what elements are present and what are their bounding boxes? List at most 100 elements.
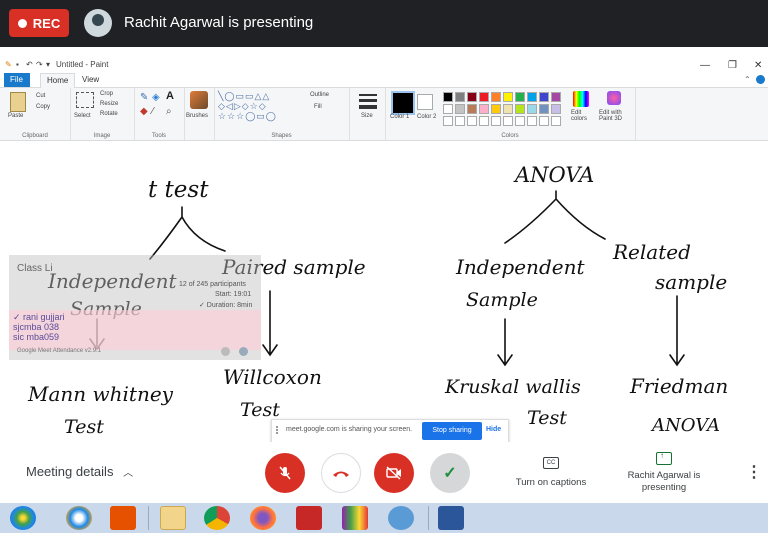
edit-colors-button[interactable]: Edit colors [571, 110, 593, 122]
paint3d-icon[interactable] [607, 91, 621, 105]
text-tool-icon[interactable]: A [166, 90, 174, 102]
turn-on-captions-button[interactable]: Turn on captions [508, 477, 594, 488]
palette-swatch[interactable] [551, 104, 561, 114]
palette-swatch[interactable] [467, 92, 477, 102]
palette-swatch[interactable] [491, 104, 501, 114]
palette-swatch[interactable] [551, 92, 561, 102]
hw-right-branch-1: Independent [455, 255, 585, 279]
palette-swatch[interactable] [491, 92, 501, 102]
presenting-status[interactable]: Rachit Agarwal is presenting [620, 470, 708, 494]
rotate-button[interactable]: Rotate [100, 111, 118, 117]
color2-swatch[interactable] [417, 94, 433, 110]
palette-swatch[interactable] [467, 104, 477, 114]
crop-button[interactable]: Crop [100, 91, 113, 97]
palette-swatch-empty[interactable] [443, 116, 453, 126]
shapes-gallery[interactable]: ╲◯▭▭△△ ◇◁▷◇☆◇ ☆☆☆◯▭◯ [218, 91, 277, 121]
resize-button[interactable]: Resize [100, 101, 118, 107]
palette-swatch-empty[interactable] [479, 116, 489, 126]
palette-swatch[interactable] [455, 92, 465, 102]
file-explorer-icon[interactable] [160, 506, 186, 530]
help-icon[interactable] [756, 75, 765, 84]
palette-swatch-empty[interactable] [467, 116, 477, 126]
winrar-icon[interactable] [342, 506, 368, 530]
firefox-icon[interactable] [250, 506, 276, 530]
spss-icon[interactable] [296, 506, 322, 530]
save-icon[interactable]: ▪ [16, 60, 19, 69]
palette-swatch[interactable] [515, 92, 525, 102]
drag-handle-icon[interactable] [276, 426, 284, 434]
calculator-app-icon[interactable] [388, 506, 414, 530]
overlay-settings-icon[interactable] [221, 347, 230, 356]
size-line-medium [359, 99, 377, 102]
color-picker-icon[interactable]: ⁄ [152, 106, 154, 117]
redo-icon[interactable]: ↷ [36, 60, 43, 69]
captions-icon[interactable]: CC [543, 457, 559, 469]
palette-swatch-empty[interactable] [527, 116, 537, 126]
palette-swatch-empty[interactable] [551, 116, 561, 126]
fill-button[interactable]: Fill [314, 104, 322, 110]
color1-swatch[interactable] [391, 91, 415, 115]
palette-swatch-empty[interactable] [515, 116, 525, 126]
camera-off-button[interactable] [374, 453, 414, 493]
qat-dropdown-icon[interactable]: ▾ [46, 60, 50, 69]
palette-swatch[interactable] [539, 104, 549, 114]
select-button[interactable]: Select [74, 113, 91, 119]
paste-icon[interactable] [10, 92, 26, 112]
leave-call-button[interactable] [321, 453, 361, 493]
internet-explorer-icon[interactable] [66, 506, 92, 530]
overlay-help-icon[interactable] [239, 347, 248, 356]
palette-swatch[interactable] [503, 104, 513, 114]
palette-swatch-empty[interactable] [455, 116, 465, 126]
pencil-icon[interactable]: ✎ [140, 92, 148, 103]
palette-swatch-empty[interactable] [503, 116, 513, 126]
fill-bucket-icon[interactable]: ◈ [152, 92, 160, 103]
tab-home[interactable]: Home [40, 73, 76, 88]
restore-icon[interactable]: ❐ [728, 60, 737, 71]
brushes-button[interactable]: Brushes [186, 113, 208, 119]
palette-swatch[interactable] [479, 92, 489, 102]
palette-swatch[interactable] [479, 104, 489, 114]
edit-colors-icon[interactable] [573, 91, 589, 107]
paste-button[interactable]: Paste [8, 113, 23, 119]
attendance-check-button[interactable]: ✓ [430, 453, 470, 493]
cut-button[interactable]: Cut [36, 93, 45, 99]
palette-swatch[interactable] [443, 104, 453, 114]
tab-file[interactable]: File [4, 73, 30, 87]
brush-icon[interactable] [190, 91, 208, 109]
palette-swatch[interactable] [539, 92, 549, 102]
magnifier-icon[interactable]: ⌕ [166, 106, 172, 117]
hide-button[interactable]: Hide [486, 426, 501, 433]
palette-swatch[interactable] [515, 104, 525, 114]
paint-ribbon: Paste Cut Copy Clipboard Select Crop Res… [0, 88, 768, 141]
microphone-off-button[interactable] [265, 453, 305, 493]
close-icon[interactable]: ✕ [754, 60, 762, 71]
start-button-icon[interactable] [10, 506, 36, 530]
minimize-icon[interactable]: — [700, 60, 710, 71]
shapes-group: ╲◯▭▭△△ ◇◁▷◇☆◇ ☆☆☆◯▭◯ Outline Fill Shapes [214, 88, 350, 140]
media-player-icon[interactable] [110, 506, 136, 530]
word-icon[interactable] [438, 506, 464, 530]
palette-swatch[interactable] [527, 92, 537, 102]
chrome-icon[interactable] [204, 506, 230, 530]
outline-button[interactable]: Outline [310, 92, 329, 98]
attendance-overlay[interactable]: Class Li 12 of 245 participants Start: 1… [9, 255, 261, 360]
palette-swatch[interactable] [443, 92, 453, 102]
present-screen-icon[interactable]: ↑ [656, 451, 672, 465]
stop-sharing-button[interactable]: Stop sharing [422, 422, 482, 440]
edit-paint3d-button[interactable]: Edit with Paint 3D [599, 110, 633, 122]
meeting-details-button[interactable]: Meeting details ︿ [26, 464, 133, 479]
meet-bottom-bar: Meeting details ︿ ✓ CC Turn on captions … [0, 442, 768, 502]
palette-swatch[interactable] [527, 104, 537, 114]
eraser-icon[interactable]: ◆ [140, 106, 148, 117]
tab-view[interactable]: View [76, 73, 105, 87]
palette-swatch-empty[interactable] [491, 116, 501, 126]
palette-swatch[interactable] [503, 92, 513, 102]
more-options-icon[interactable]: ⋮ [746, 462, 762, 482]
undo-icon[interactable]: ↶ [26, 60, 33, 69]
collapse-ribbon-icon[interactable]: ⌃ [744, 75, 751, 84]
select-icon[interactable] [76, 92, 94, 108]
size-button[interactable]: Size [361, 113, 373, 119]
copy-button[interactable]: Copy [36, 104, 50, 110]
palette-swatch[interactable] [455, 104, 465, 114]
palette-swatch-empty[interactable] [539, 116, 549, 126]
